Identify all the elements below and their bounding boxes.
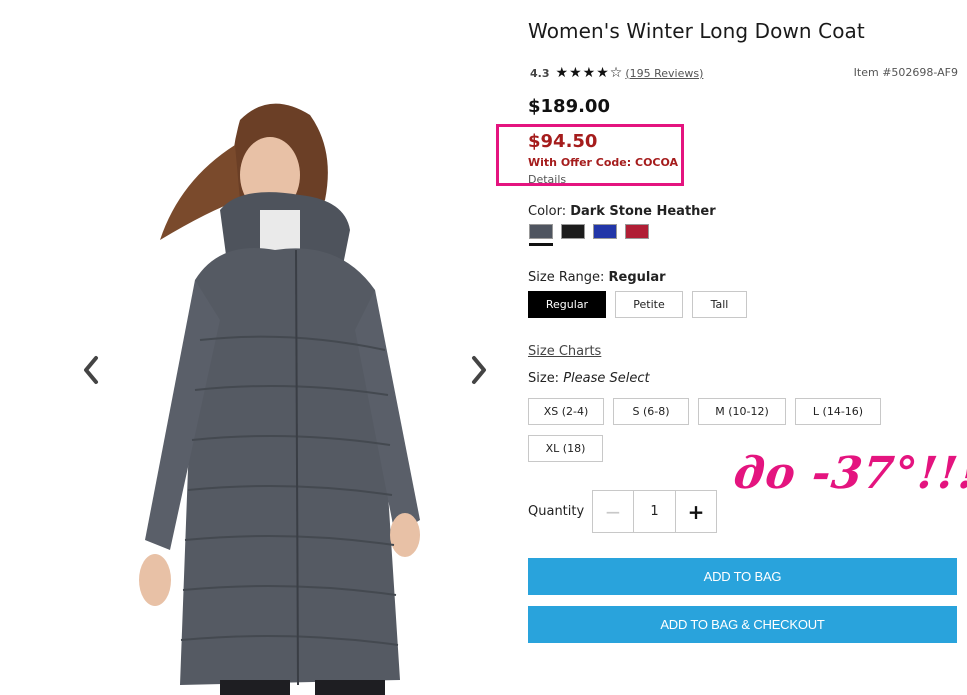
size-range-tall[interactable]: Tall (692, 291, 747, 318)
quantity-decrease-button[interactable]: − (593, 491, 634, 532)
size-options-row-2: XL (18) (528, 435, 603, 462)
star-icon: ★ (596, 65, 609, 81)
size-placeholder: Please Select (563, 371, 650, 386)
star-icon: ☆ (609, 65, 623, 81)
quantity-stepper: − + (592, 490, 717, 533)
color-swatch-blue[interactable] (593, 224, 617, 239)
offer-code-text: With Offer Code: COCOA (528, 156, 679, 169)
size-option-m[interactable]: M (10-12) (698, 398, 786, 425)
selected-size-range: Regular (608, 270, 666, 285)
color-label: Color: Dark Stone Heather (528, 204, 716, 219)
size-label: Size: Please Select (528, 371, 650, 386)
color-swatch-red[interactable] (625, 224, 649, 239)
add-to-bag-checkout-button[interactable]: ADD TO BAG & CHECKOUT (528, 606, 957, 643)
quantity-label: Quantity (528, 504, 585, 519)
size-options-row-1: XS (2-4) S (6-8) M (10-12) L (14-16) (528, 398, 881, 425)
color-swatches (529, 224, 649, 246)
size-charts-link[interactable]: Size Charts (528, 344, 601, 359)
product-gallery (0, 0, 520, 695)
offer-details-link[interactable]: Details (528, 173, 566, 186)
sale-price: $94.50 (528, 131, 598, 152)
color-swatch-dark-stone-heather[interactable] (529, 224, 553, 246)
handwritten-annotation: до -37°!!! (731, 448, 967, 499)
rating-row: 4.3 ★ ★ ★ ★ ☆ (195 Reviews) Item #502698-AF9 (530, 64, 958, 82)
size-range-label-text: Size Range: (528, 270, 605, 285)
quantity-input[interactable] (634, 491, 675, 532)
size-option-xl[interactable]: XL (18) (528, 435, 603, 462)
star-icon: ★ (582, 65, 596, 81)
color-label-text: Color: (528, 204, 567, 219)
selected-color-name: Dark Stone Heather (570, 204, 716, 219)
size-option-xs[interactable]: XS (2-4) (528, 398, 604, 425)
size-label-text: Size: (528, 371, 560, 386)
item-number: Item #502698-AF9 (853, 66, 958, 79)
chevron-right-icon[interactable] (464, 352, 492, 388)
star-icon: ★ (569, 65, 582, 81)
add-to-bag-button[interactable]: ADD TO BAG (528, 558, 957, 595)
chevron-left-icon[interactable] (78, 352, 106, 388)
reviews-link[interactable]: (195 Reviews) (625, 67, 703, 80)
size-option-l[interactable]: L (14-16) (795, 398, 881, 425)
product-title: Women's Winter Long Down Coat (528, 19, 865, 43)
rating-value: 4.3 (530, 66, 550, 80)
size-range-regular[interactable]: Regular (528, 291, 606, 318)
product-photo (139, 103, 420, 695)
star-rating: ★ ★ ★ ★ ☆ (556, 66, 624, 80)
quantity-increase-button[interactable]: + (675, 491, 716, 532)
size-range-petite[interactable]: Petite (615, 291, 683, 318)
original-price: $189.00 (528, 96, 610, 117)
size-option-s[interactable]: S (6-8) (613, 398, 689, 425)
star-icon: ★ (555, 65, 569, 81)
size-range-label: Size Range: Regular (528, 270, 666, 285)
size-range-options: Regular Petite Tall (528, 291, 747, 318)
color-swatch-black[interactable] (561, 224, 585, 239)
